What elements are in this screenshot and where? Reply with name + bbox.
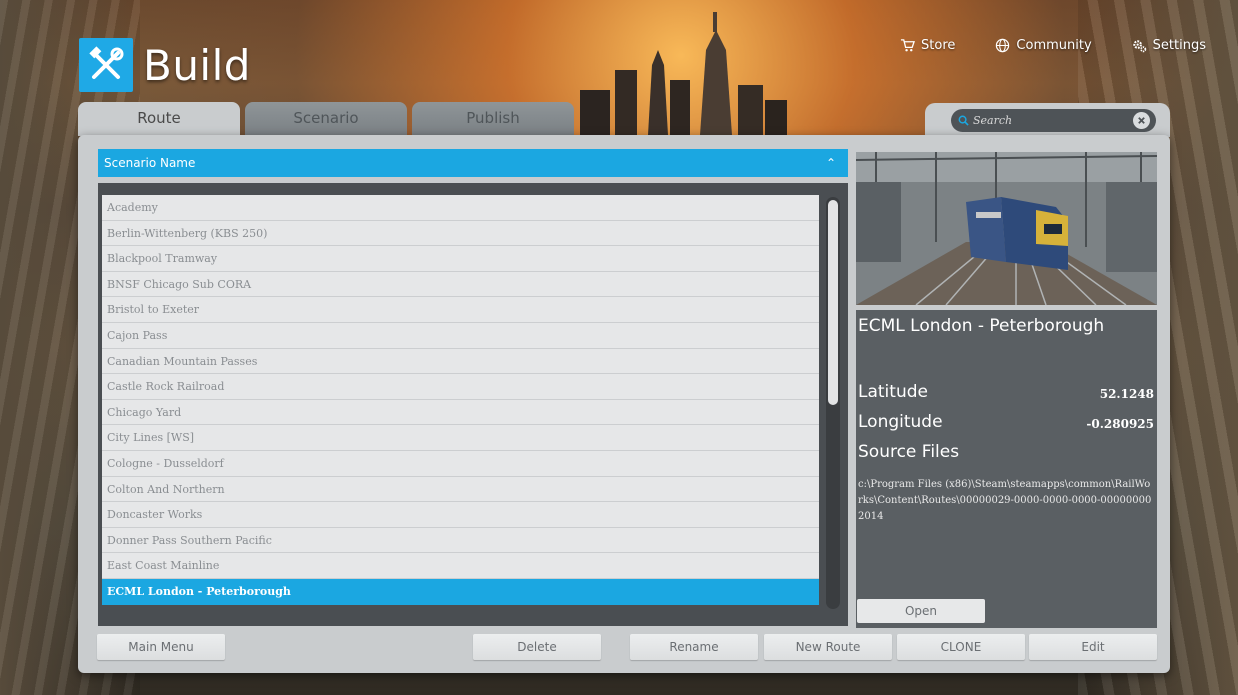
list-item[interactable]: Bristol to Exeter bbox=[102, 297, 819, 323]
longitude-label: Longitude bbox=[858, 412, 943, 432]
build-logo: Build bbox=[79, 38, 251, 92]
search-icon bbox=[958, 115, 969, 126]
top-navigation: Store Community Settings bbox=[900, 38, 1206, 53]
list-item[interactable]: Canadian Mountain Passes bbox=[102, 348, 819, 375]
latitude-label: Latitude bbox=[858, 382, 928, 402]
tab-scenario[interactable]: Scenario bbox=[245, 102, 407, 136]
source-files-label: Source Files bbox=[858, 442, 960, 462]
chevron-up-icon: ⌃ bbox=[825, 156, 836, 170]
route-details-panel: ECML London - Peterborough Latitude 52.1… bbox=[856, 310, 1157, 628]
main-menu-button[interactable]: Main Menu bbox=[97, 634, 225, 660]
list-item[interactable]: Donner Pass Southern Pacific bbox=[102, 527, 819, 554]
column-header-label: Scenario Name bbox=[104, 156, 196, 170]
list-item[interactable]: Doncaster Works bbox=[102, 502, 819, 528]
list-item[interactable]: Castle Rock Railroad bbox=[102, 374, 819, 400]
list-item[interactable]: Cologne - Dusseldorf bbox=[102, 450, 819, 477]
skyline-illustration bbox=[580, 12, 787, 135]
route-list: Academy Berlin-Wittenberg (KBS 250) Blac… bbox=[102, 195, 819, 605]
source-files-path: c:\Program Files (x86)\Steam\steamapps\c… bbox=[858, 479, 1152, 522]
community-link[interactable]: Community bbox=[995, 38, 1092, 53]
route-title: ECML London - Peterborough bbox=[858, 316, 1105, 336]
latitude-value: 52.1248 bbox=[1099, 387, 1154, 401]
build-tools-icon bbox=[79, 38, 133, 92]
gears-icon bbox=[1132, 40, 1146, 53]
list-item[interactable]: Colton And Northern bbox=[102, 476, 819, 503]
list-item-selected[interactable]: ECML London - Peterborough bbox=[102, 578, 819, 605]
list-item[interactable]: Chicago Yard bbox=[102, 399, 819, 426]
list-item[interactable]: East Coast Mainline bbox=[102, 553, 819, 579]
close-icon bbox=[1138, 117, 1145, 124]
rename-button[interactable]: Rename bbox=[630, 634, 758, 660]
list-scrollbar-thumb[interactable] bbox=[828, 200, 838, 405]
cart-icon bbox=[900, 39, 916, 52]
community-label: Community bbox=[1016, 38, 1092, 53]
list-item[interactable]: City Lines [WS] bbox=[102, 425, 819, 451]
app-title: Build bbox=[143, 40, 251, 90]
list-item[interactable]: Cajon Pass bbox=[102, 322, 819, 349]
route-preview-image bbox=[856, 152, 1157, 305]
delete-button[interactable]: Delete bbox=[473, 634, 601, 660]
tab-route[interactable]: Route bbox=[78, 102, 240, 136]
list-item[interactable]: Academy bbox=[102, 195, 819, 221]
new-route-button[interactable]: New Route bbox=[764, 634, 892, 660]
latitude-row: Latitude 52.1248 bbox=[858, 382, 1156, 402]
longitude-value: -0.280925 bbox=[1086, 417, 1154, 431]
list-item[interactable]: BNSF Chicago Sub CORA bbox=[102, 271, 819, 298]
search-input[interactable] bbox=[973, 114, 1133, 127]
globe-icon bbox=[996, 38, 1010, 53]
clone-button[interactable]: CLONE bbox=[897, 634, 1025, 660]
settings-label: Settings bbox=[1152, 38, 1206, 53]
tab-publish[interactable]: Publish bbox=[412, 102, 574, 136]
store-link[interactable]: Store bbox=[900, 38, 955, 53]
longitude-row: Longitude -0.280925 bbox=[858, 412, 1156, 432]
scenario-name-column-header[interactable]: Scenario Name ⌃ bbox=[98, 149, 848, 177]
open-button[interactable]: Open bbox=[857, 599, 985, 623]
edit-button[interactable]: Edit bbox=[1029, 634, 1157, 660]
clear-search-button[interactable] bbox=[1133, 112, 1150, 129]
settings-link[interactable]: Settings bbox=[1132, 38, 1206, 53]
mode-tabs: Route Scenario Publish bbox=[78, 102, 574, 136]
search-field[interactable] bbox=[951, 109, 1156, 132]
list-item[interactable]: Blackpool Tramway bbox=[102, 246, 819, 272]
store-label: Store bbox=[921, 38, 956, 53]
list-item[interactable]: Berlin-Wittenberg (KBS 250) bbox=[102, 220, 819, 247]
